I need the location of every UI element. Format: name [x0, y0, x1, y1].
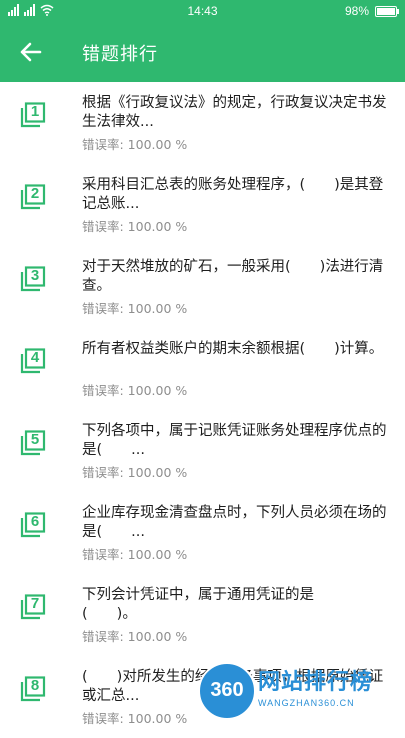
error-rate: 错误率: 100.00 %	[82, 301, 188, 316]
error-rate: 错误率: 100.00 %	[82, 219, 188, 234]
list-item[interactable]: 3 对于天然堆放的矿石，一般采用( )法进行清查。 错误率: 100.00 %	[0, 246, 405, 328]
battery-icon	[375, 5, 399, 17]
battery-fill	[377, 7, 395, 15]
number-badge-icon: 4	[20, 348, 46, 374]
back-arrow-icon	[20, 42, 42, 62]
question-text: 对于天然堆放的矿石，一般采用( )法进行清查。	[82, 259, 384, 294]
number-badge-icon: 1	[20, 102, 46, 128]
question-number: 3	[30, 267, 40, 284]
question-number: 8	[30, 677, 40, 694]
question-number: 7	[30, 595, 40, 612]
list-item[interactable]: 4 所有者权益类账户的期末余额根据( )计算。 错误率: 100.00 %	[0, 328, 405, 410]
question-number: 4	[30, 349, 40, 366]
watermark-badge: 360	[198, 662, 256, 720]
list-item[interactable]: 5 下列各项中，属于记账凭证账务处理程序优点的是( ... 错误率: 100.0…	[0, 410, 405, 492]
back-button[interactable]	[14, 36, 48, 68]
error-rate: 错误率: 100.00 %	[82, 137, 188, 152]
page-title: 错题排行	[82, 44, 158, 65]
error-rate: 错误率: 100.00 %	[82, 547, 188, 562]
number-badge-icon: 3	[20, 266, 46, 292]
watermark-badge-text: 360	[210, 679, 244, 701]
error-rate: 错误率: 100.00 %	[82, 629, 188, 644]
question-number: 2	[30, 185, 40, 202]
error-rate: 错误率: 100.00 %	[82, 383, 188, 398]
number-badge-icon: 5	[20, 430, 46, 456]
watermark-title: 网站排行榜	[258, 670, 374, 695]
battery-percent: 98%	[344, 4, 369, 18]
question-text: 根据《行政复议法》的规定，行政复议决定书发生法律效...	[82, 95, 387, 130]
question-number: 6	[30, 513, 40, 530]
status-bar: 14:43 98%	[0, 0, 405, 22]
question-text: 企业库存现金清查盘点时，下列人员必须在场的是( ...	[82, 505, 387, 540]
status-icons-right: 98%	[344, 4, 399, 18]
question-text: 采用科目汇总表的账务处理程序，( )是其登记总账...	[82, 177, 384, 212]
question-number: 5	[30, 431, 40, 448]
question-text: 下列会计凭证中，属于通用凭证的是 ( )。	[82, 587, 314, 622]
app-bar: 错题排行	[0, 22, 405, 82]
list-item[interactable]: 2 采用科目汇总表的账务处理程序，( )是其登记总账... 错误率: 100.0…	[0, 164, 405, 246]
question-text: 所有者权益类账户的期末余额根据( )计算。	[82, 341, 384, 357]
watermark-logo: 360 网站排行榜 WANGZHAN360.CN	[198, 662, 405, 720]
number-badge-icon: 2	[20, 184, 46, 210]
number-badge-icon: 7	[20, 594, 46, 620]
list-item[interactable]: 6 企业库存现金清查盘点时，下列人员必须在场的是( ... 错误率: 100.0…	[0, 492, 405, 574]
question-number: 1	[30, 103, 40, 120]
number-badge-icon: 8	[20, 676, 46, 702]
error-rate: 错误率: 100.00 %	[82, 465, 188, 480]
error-rate: 错误率: 100.00 %	[82, 711, 188, 726]
question-text: 下列各项中，属于记账凭证账务处理程序优点的是( ...	[82, 423, 387, 458]
number-badge-icon: 6	[20, 512, 46, 538]
watermark-subtitle: WANGZHAN360.CN	[258, 698, 355, 708]
list-item[interactable]: 1 根据《行政复议法》的规定，行政复议决定书发生法律效... 错误率: 100.…	[0, 82, 405, 164]
list-item[interactable]: 7 下列会计凭证中，属于通用凭证的是 ( )。 错误率: 100.00 %	[0, 574, 405, 656]
